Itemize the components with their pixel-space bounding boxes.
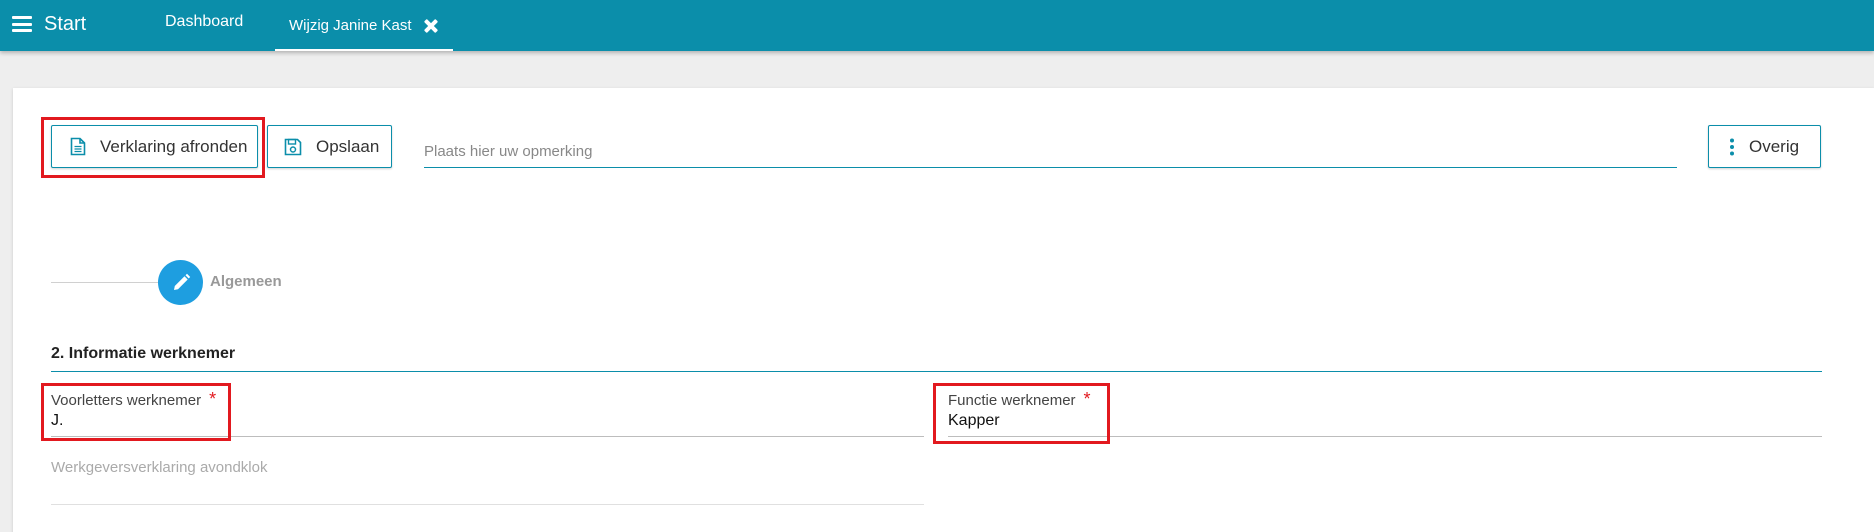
overig-button[interactable]: Overig [1708,125,1821,168]
verklaring-afronden-label: Verklaring afronden [100,136,248,156]
document-icon [70,137,86,156]
functie-label: Functie werknemer * [948,389,1091,410]
start-label: Start [44,13,87,35]
top-bar: Start Dashboard Wijzig Janine Kast [0,0,1874,51]
tab-dashboard[interactable]: Dashboard [165,0,243,47]
section-title: 2. Informatie werknemer [51,345,236,362]
hamburger-icon [12,16,32,32]
verklaring-afronden-button[interactable]: Verklaring afronden [51,125,258,168]
save-icon [284,138,302,155]
tab-wijzig-janine-kast[interactable]: Wijzig Janine Kast [275,0,453,51]
opslaan-label: Opslaan [316,136,380,156]
avondklok-underline [51,504,924,505]
avondklok-field[interactable]: Werkgeversverklaring avondklok [51,459,267,476]
tab-label: Wijzig Janine Kast [289,17,412,34]
voorletters-label: Voorletters werknemer * [51,389,216,410]
functie-field[interactable]: Kapper [948,412,1000,430]
step-label: Algemeen [210,273,282,290]
remark-input[interactable] [424,136,1677,168]
required-mark: * [1083,389,1091,409]
opslaan-button[interactable]: Opslaan [267,125,392,168]
voorletters-underline [51,436,924,437]
stepper-line [51,282,159,283]
more-vertical-icon [1730,138,1734,155]
overig-label: Overig [1749,136,1800,156]
menu-button[interactable]: Start [12,12,86,36]
step-algemeen[interactable] [158,260,203,305]
voorletters-label-text: Voorletters werknemer [51,392,202,409]
required-mark: * [209,389,217,409]
close-icon[interactable] [424,19,438,33]
voorletters-field[interactable]: J. [51,412,63,430]
functie-label-text: Functie werknemer [948,392,1076,409]
section-divider [51,371,1822,372]
functie-underline [948,436,1822,437]
pencil-icon [173,273,190,290]
